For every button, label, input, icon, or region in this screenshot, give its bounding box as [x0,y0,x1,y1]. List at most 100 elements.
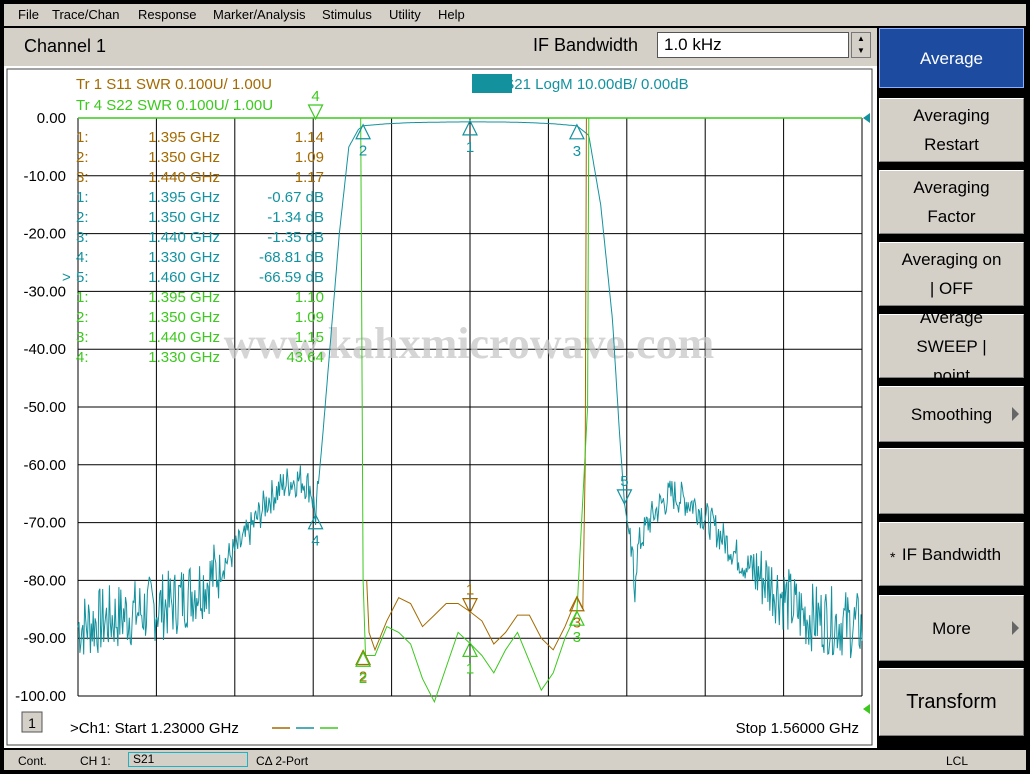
y-tick-label: -70.00 [23,515,66,532]
marker-table-freq: 1.330 GHz [148,249,220,266]
marker-table-value: 1.09 [295,309,324,326]
y-tick-label: -30.00 [23,283,66,300]
spin-down-icon[interactable]: ▼ [852,45,870,57]
marker-table-value: 1.10 [295,289,324,306]
softkey-smoothing[interactable]: Smoothing [879,386,1024,442]
softkey-blank[interactable] [879,448,1024,514]
softkey-label: More [932,618,971,638]
marker-table-value: 1.15 [295,329,324,346]
marker-table-id: 3: [76,169,89,186]
marker-table-value: -1.35 dB [267,229,324,246]
marker-table-freq: 1.330 GHz [148,349,220,366]
marker-table-value: 1.17 [295,169,324,186]
softkey-averaging-restart[interactable]: Averaging Restart [879,98,1024,162]
selected-star-icon: * [890,549,896,565]
marker-label: 4 [311,533,319,550]
submenu-arrow-icon [1012,621,1019,635]
submenu-arrow-icon [1012,407,1019,421]
ref-arrow-right-icon [863,113,870,123]
softkey-averaging-on-off[interactable]: Averaging on | OFF [879,242,1024,306]
marker-table-freq: 1.460 GHz [148,269,220,286]
if-bandwidth-label: IF Bandwidth [533,35,639,55]
status-channel: CH 1: [80,754,111,768]
marker-table-prefix: > [62,269,71,286]
y-tick-label: -100.00 [15,688,66,705]
marker-table-id: 1: [76,129,89,146]
y-tick-label: -80.00 [23,572,66,589]
menu-file[interactable]: File [18,7,39,22]
marker-label: 2 [359,143,367,160]
ref-arrow-bottom-icon [863,704,870,714]
trace-s22 [360,117,590,704]
marker-table-freq: 1.395 GHz [148,189,220,206]
marker-table-id: 3: [76,329,89,346]
marker-label: 1 [466,582,474,599]
trace-header-s11: Tr 1 S11 SWR 0.100U/ 1.00U [76,76,272,93]
spin-up-icon[interactable]: ▲ [852,33,870,45]
marker-table-id: 2: [76,149,89,166]
marker-table-value: 1.09 [295,149,324,166]
menu-response[interactable]: Response [138,7,197,22]
marker-label: 5 [620,473,628,490]
softkey-label: Averaging on | OFF [901,250,1002,298]
softkey-averaging-factor[interactable]: Averaging Factor [879,170,1024,234]
marker-label: 3 [573,143,581,160]
if-bandwidth-input[interactable]: 1.0 kHz [657,32,849,58]
marker-table-freq: 1.395 GHz [148,289,220,306]
marker-table-freq: 1.350 GHz [148,149,220,166]
marker-table-value: -66.59 dB [259,269,324,286]
start-frequency-label: >Ch1: Start 1.23000 GHz [70,720,239,737]
softkey-transform[interactable]: Transform [879,668,1024,736]
marker-table-id: 4: [76,249,89,266]
softkey-label: Smoothing [910,404,993,424]
trace-header-s22: Tr 4 S22 SWR 0.100U/ 1.00U [76,97,273,114]
menu-trace-chan[interactable]: Trace/Chan [52,7,119,22]
chart-svg: 0.00 -10.00 -20.00 -30.00 -40.00 -50.00 -60.00… [6,68,873,746]
marker-table-freq: 1.440 GHz [148,229,220,246]
channel-number: 1 [28,715,36,731]
softkey-label: Transform [906,690,997,713]
menu-help[interactable]: Help [438,7,465,22]
softkey-average-sweep-point[interactable]: Average SWEEP | point [879,308,1024,385]
softkey-average[interactable]: Average [879,28,1024,88]
y-tick-label: -20.00 [23,226,66,243]
marker-table-id: 2: [76,309,89,326]
menu-stimulus[interactable]: Stimulus [322,7,372,22]
marker-table-freq: 1.440 GHz [148,329,220,346]
menu-bar: File Trace/Chan Response Marker/Analysis… [4,4,1026,26]
marker-table-id: 3: [76,229,89,246]
softkey-label: Average SWEEP | point [916,307,987,385]
marker-table-freq: 1.350 GHz [148,209,220,226]
marker-label: 3 [573,629,581,646]
if-bandwidth-spinner[interactable]: ▲ ▼ [851,32,871,58]
y-tick-label: -60.00 [23,457,66,474]
softkey-if-bandwidth[interactable]: IF Bandwidth * [879,522,1024,586]
menu-utility[interactable]: Utility [389,7,421,22]
marker-table-value: -1.34 dB [267,209,324,226]
softkey-label: Averaging Restart [913,106,990,154]
y-tick-label: 0.00 [37,110,66,127]
trace-header-s21: Tr 2 S21 LogM 10.00dB/ 0.00dB [474,76,689,93]
marker-table-id: 1: [76,289,89,306]
status-cal: CΔ 2-Port [256,754,309,768]
marker-s22-4 [307,104,324,121]
marker-label: 1 [466,139,474,156]
marker-label: 1 [466,660,474,677]
y-tick-label: -40.00 [23,341,66,358]
menu-marker-analysis[interactable]: Marker/Analysis [213,7,305,22]
stop-frequency-label: Stop 1.56000 GHz [736,720,859,737]
trace-s11 [366,117,587,652]
marker-label: 4 [311,88,319,105]
softkey-more[interactable]: More [879,595,1024,661]
channel-toolbar: Channel 1 IF Bandwidth 1.0 kHz ▲ ▼ [4,28,877,66]
marker-table-id: 2: [76,209,89,226]
plot-area: 0.00 -10.00 -20.00 -30.00 -40.00 -50.00 -60.00… [4,66,877,748]
marker-table-value: 43.64 [286,349,324,366]
marker-table-freq: 1.440 GHz [148,169,220,186]
channel-title: Channel 1 [24,36,107,56]
status-measurement[interactable]: S21 [128,752,248,767]
marker-table-freq: 1.395 GHz [148,129,220,146]
marker-table-id: 5: [76,269,89,286]
softkey-label: Average [919,48,983,68]
marker-s21-2 [355,123,372,140]
